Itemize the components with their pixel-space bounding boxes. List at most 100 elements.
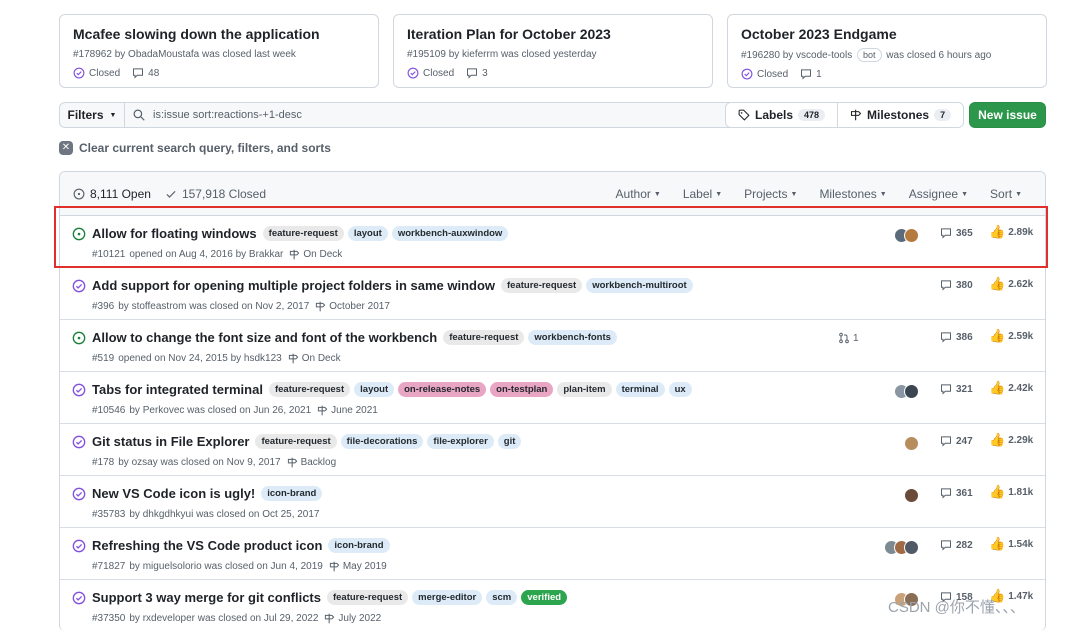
pinned-issue-comments[interactable]: 3 xyxy=(466,67,488,79)
sort-filter[interactable]: Sort ▼ xyxy=(979,187,1033,201)
label-filter[interactable]: Label ▼ xyxy=(672,187,733,201)
closed-issues-tab[interactable]: 157,918 Closed xyxy=(165,187,266,201)
issue-label[interactable]: workbench-auxwindow xyxy=(391,226,509,241)
milestone-link[interactable]: On Deck xyxy=(289,249,342,260)
issue-meta: #10546 by Perkovec was closed on Jun 26, … xyxy=(92,405,378,416)
assignee-filter[interactable]: Assignee ▼ xyxy=(898,187,979,201)
issue-label[interactable]: icon-brand xyxy=(261,486,323,501)
milestone-link[interactable]: June 2021 xyxy=(317,405,378,416)
issue-title[interactable]: Refreshing the VS Code product icon xyxy=(92,538,322,553)
pinned-issue-meta-tail: was closed 6 hours ago xyxy=(886,50,992,61)
pinned-issue-card[interactable]: Mcafee slowing down the application #178… xyxy=(59,14,379,88)
pinned-issue-comments[interactable]: 48 xyxy=(132,67,159,79)
issue-label[interactable]: verified xyxy=(521,590,568,605)
issue-meta-text: opened on Aug 4, 2016 by Brakkar xyxy=(129,249,284,260)
search-input[interactable] xyxy=(153,109,713,121)
comment-count-link[interactable]: 282 xyxy=(940,539,973,551)
clear-filters-link[interactable]: ✕ Clear current search query, filters, a… xyxy=(59,141,331,155)
issue-label[interactable]: plan-item xyxy=(557,382,612,397)
milestones-filter[interactable]: Milestones ▼ xyxy=(808,187,897,201)
issue-meta: #178 by ozsay was closed on Nov 9, 2017 Ba… xyxy=(92,457,336,468)
issue-row[interactable]: Git status in File Explorer feature-reque… xyxy=(60,424,1045,476)
milestones-button[interactable]: Milestones 7 xyxy=(837,103,964,127)
pinned-issues: Mcafee slowing down the application #178… xyxy=(59,14,1047,88)
reaction-count: 👍 2.42k xyxy=(989,381,1033,395)
pinned-issue-footer: Closed 3 xyxy=(407,67,699,79)
comment-count: 386 xyxy=(956,331,973,343)
issue-label[interactable]: feature-request xyxy=(443,330,525,345)
issue-label[interactable]: workbench-multiroot xyxy=(586,278,693,293)
pinned-issue-card[interactable]: October 2023 Endgame #196280 by vscode-t… xyxy=(727,14,1047,88)
issue-label[interactable]: ux xyxy=(668,382,692,397)
issue-title[interactable]: Add support for opening multiple project… xyxy=(92,278,495,293)
issue-label[interactable]: on-release-notes xyxy=(398,382,487,397)
comment-count-link[interactable]: 386 xyxy=(940,331,973,343)
new-issue-button[interactable]: New issue xyxy=(969,102,1046,128)
issue-label[interactable]: file-explorer xyxy=(427,434,494,449)
issue-label[interactable]: feature-request xyxy=(268,382,351,397)
issue-meta: #519 opened on Nov 24, 2015 by hsdk123 On … xyxy=(92,353,341,364)
issue-label[interactable]: terminal xyxy=(615,382,665,397)
issue-label[interactable]: file-decorations xyxy=(340,434,424,449)
issue-row[interactable]: Refreshing the VS Code product icon icon-… xyxy=(60,528,1045,580)
issue-label[interactable]: layout xyxy=(347,226,388,241)
milestone-link[interactable]: Backlog xyxy=(287,457,336,468)
issue-title[interactable]: New VS Code icon is ugly! xyxy=(92,486,255,501)
issue-title[interactable]: Allow to change the font size and font o… xyxy=(92,330,437,345)
avatar[interactable] xyxy=(904,436,919,451)
comment-count-link[interactable]: 247 xyxy=(940,435,973,447)
comment-count-link[interactable]: 380 xyxy=(940,279,973,291)
reaction-value: 2.29k xyxy=(1008,434,1034,446)
issue-label[interactable]: feature-request xyxy=(501,278,583,293)
issue-label[interactable]: merge-editor xyxy=(412,590,483,605)
comment-count-link[interactable]: 365 xyxy=(940,227,973,239)
issue-title[interactable]: Support 3 way merge for git conflicts xyxy=(92,590,321,605)
pinned-issue-comments[interactable]: 1 xyxy=(800,68,822,80)
pinned-issue-number: #178962 xyxy=(73,49,112,60)
milestone-link[interactable]: May 2019 xyxy=(329,561,387,572)
avatar[interactable] xyxy=(904,228,919,243)
issue-title[interactable]: Allow for floating windows xyxy=(92,226,257,241)
assignee-avatars xyxy=(894,228,919,243)
comment-count-link[interactable]: 321 xyxy=(940,383,973,395)
issue-label[interactable]: icon-brand xyxy=(328,538,390,553)
search-box[interactable] xyxy=(124,102,771,128)
pinned-issue-card[interactable]: Iteration Plan for October 2023 #195109 … xyxy=(393,14,713,88)
issue-label[interactable]: feature-request xyxy=(255,434,337,449)
open-issues-tab[interactable]: 8,111 Open xyxy=(73,187,151,201)
author-filter[interactable]: Author ▼ xyxy=(605,187,672,201)
issue-row[interactable]: Add support for opening multiple project… xyxy=(60,268,1045,320)
issue-label[interactable]: workbench-fonts xyxy=(528,330,617,345)
issue-label[interactable]: on-testplan xyxy=(490,382,554,397)
issue-label[interactable]: scm xyxy=(486,590,518,605)
issue-title[interactable]: Tabs for integrated terminal xyxy=(92,382,263,397)
comment-count: 247 xyxy=(956,435,973,447)
issue-label[interactable]: feature-request xyxy=(262,226,344,241)
comment-count-link[interactable]: 361 xyxy=(940,487,973,499)
comment-icon xyxy=(941,488,951,499)
milestone-link[interactable]: On Deck xyxy=(288,353,341,364)
milestone-icon xyxy=(290,249,300,260)
issue-title[interactable]: Git status in File Explorer xyxy=(92,434,249,449)
pinned-issue-title[interactable]: Iteration Plan for October 2023 xyxy=(407,25,699,43)
avatar[interactable] xyxy=(904,540,919,555)
issue-label[interactable]: feature-request xyxy=(326,590,409,605)
milestone-link[interactable]: July 2022 xyxy=(324,613,381,624)
pinned-issue-title[interactable]: October 2023 Endgame xyxy=(741,25,1033,43)
filters-button[interactable]: Filters ▼ xyxy=(59,102,125,128)
projects-filter[interactable]: Projects ▼ xyxy=(733,187,808,201)
labels-button[interactable]: Labels 478 xyxy=(726,103,838,127)
avatar[interactable] xyxy=(904,488,919,503)
issue-row[interactable]: Allow for floating windows feature-reques… xyxy=(60,216,1045,268)
linked-pull-requests[interactable]: 1 xyxy=(838,332,859,344)
pinned-issue-footer: Closed 48 xyxy=(73,67,365,79)
issue-row[interactable]: Allow to change the font size and font o… xyxy=(60,320,1045,372)
pinned-issue-title[interactable]: Mcafee slowing down the application xyxy=(73,25,365,43)
milestone-link[interactable]: October 2017 xyxy=(315,301,390,312)
milestone-icon xyxy=(851,109,862,121)
issue-label[interactable]: layout xyxy=(354,382,395,397)
issue-row[interactable]: Tabs for integrated terminal feature-requ… xyxy=(60,372,1045,424)
issue-label[interactable]: git xyxy=(497,434,522,449)
avatar[interactable] xyxy=(904,384,919,399)
issue-row[interactable]: New VS Code icon is ugly! icon-brand #3578… xyxy=(60,476,1045,528)
